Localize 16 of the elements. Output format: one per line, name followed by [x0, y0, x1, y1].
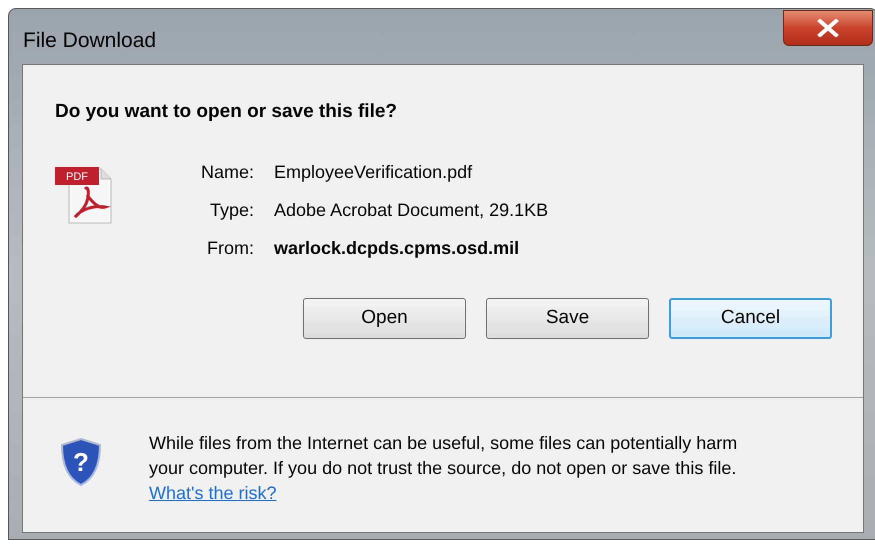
- warning-text: While files from the Internet can be useful, some files can potentially harm your computer. If you do not trust the source, do not open or save this file.: [149, 432, 738, 480]
- close-button[interactable]: [783, 10, 873, 46]
- dialog-button[interactable]: Cancel: [669, 298, 832, 338]
- field-value: EmployeeVerification.pdf: [274, 160, 474, 184]
- field-value: Adobe Acrobat Document, 29.1KB: [274, 198, 548, 222]
- field-value: warlock.dcpds.cpms.osd.mil: [274, 236, 520, 260]
- shield-question-icon: ?: [59, 437, 103, 487]
- close-icon: [817, 19, 839, 37]
- dialog-button[interactable]: Open: [303, 298, 466, 338]
- dialog-heading: Do you want to open or save this file?: [55, 100, 398, 124]
- dialog-button[interactable]: Save: [486, 298, 649, 338]
- field-label: Type:: [208, 198, 254, 222]
- risk-link[interactable]: What's the risk?: [149, 483, 276, 503]
- field-label: From:: [206, 236, 254, 260]
- field-label: Name:: [201, 160, 254, 184]
- window-title: File Download: [23, 28, 156, 54]
